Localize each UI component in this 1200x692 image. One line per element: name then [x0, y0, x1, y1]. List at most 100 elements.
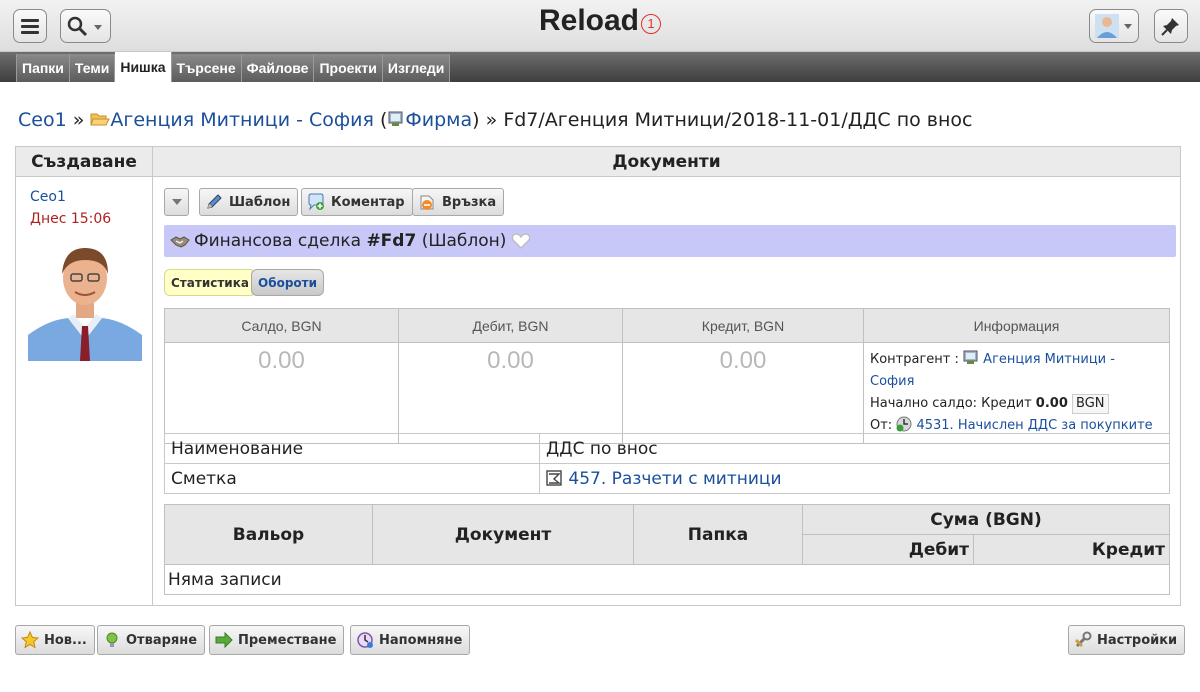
link-icon — [420, 195, 434, 210]
tab-views[interactable]: Изгледи — [382, 54, 451, 82]
breadcrumb-user[interactable]: Ceo1 — [18, 109, 67, 131]
move-button-label: Преместване — [238, 632, 337, 648]
top-bar: Reload 1 — [0, 0, 1200, 52]
tab-statistics[interactable]: Статистика — [164, 269, 256, 296]
new-button[interactable]: Нов... — [15, 625, 95, 655]
document-title-bar: Финансова сделка #Fd7 (Шаблон) — [164, 225, 1176, 257]
arrow-right-icon — [215, 631, 233, 649]
tab-search[interactable]: Търсене — [171, 54, 242, 82]
opening-balance-label: Начално салдо: Кредит — [870, 396, 1032, 411]
settings-button[interactable]: Настройки — [1068, 625, 1186, 655]
created-time: Днес 15:06 — [30, 211, 112, 227]
currency-badge: BGN — [1072, 394, 1109, 414]
entries-table: Вальор Документ Папка Сума (BGN) Дебит К… — [164, 504, 1170, 595]
open-button[interactable]: Отваряне — [97, 625, 206, 655]
user-menu-button[interactable] — [1089, 9, 1139, 43]
template-button-label: Шаблон — [229, 194, 291, 210]
tab-turnovers[interactable]: Обороти — [251, 269, 325, 296]
saldo-value: 0.00 — [164, 342, 399, 444]
open-button-label: Отваряне — [126, 632, 198, 648]
breadcrumb-company[interactable]: Фирма — [405, 109, 472, 131]
remind-button[interactable]: Напомняне — [350, 625, 471, 655]
template-button[interactable]: Шаблон — [199, 188, 299, 216]
star-icon — [21, 631, 39, 649]
document-menu-button[interactable] — [164, 188, 189, 216]
breadcrumb-separator: » — [72, 109, 85, 131]
header-debit: Дебит — [802, 534, 974, 565]
tab-projects[interactable]: Проекти — [314, 54, 383, 82]
link-button-label: Връзка — [442, 194, 497, 210]
account-icon — [896, 416, 912, 432]
header-document: Документ — [372, 504, 634, 565]
tab-thread[interactable]: Нишка — [115, 52, 172, 82]
link-button[interactable]: Връзка — [412, 188, 505, 216]
tab-strip: Папки Теми Нишка Търсене Файлове Проекти… — [0, 52, 1200, 82]
notification-badge[interactable]: 1 — [641, 14, 662, 34]
account-book-icon — [546, 469, 562, 486]
pencil-icon — [207, 194, 222, 209]
no-records-text: Няма записи — [164, 564, 1170, 595]
comment-button-label: Коментар — [331, 194, 405, 210]
document-state: (Шаблон) — [421, 231, 507, 251]
header-valeur: Вальор — [164, 504, 373, 565]
breadcrumb-thread: Fd7/Агенция Митници/2018-11-01/ДДС по вн… — [503, 109, 973, 131]
breadcrumb-folder[interactable]: Агенция Митници - София — [110, 109, 374, 131]
creation-header: Създаване — [16, 147, 153, 177]
breadcrumb-separator: » — [485, 109, 498, 131]
app-title-text: Reload — [538, 4, 640, 37]
company-icon — [963, 350, 978, 364]
comment-add-icon — [308, 193, 324, 211]
thread-table: Създаване Документи Ceo1 Днес 15:06 Шабл… — [15, 146, 1181, 606]
account-link[interactable]: 457. Разчети с митници — [568, 469, 781, 489]
contractor-row: Контрагент : Агенция Митници - София — [870, 349, 1163, 393]
header-folder: Папка — [633, 504, 803, 565]
open-folder-icon — [90, 113, 111, 126]
tab-folders[interactable]: Папки — [16, 54, 70, 82]
header-info: Информация — [863, 308, 1170, 343]
pin-button[interactable] — [1154, 9, 1188, 43]
author-avatar — [28, 240, 142, 361]
documents-header: Документи — [153, 147, 1180, 177]
properties-table: Наименование ДДС по внос Сметка 457. Раз… — [164, 433, 1170, 494]
author-name[interactable]: Ceo1 — [30, 189, 66, 205]
new-button-label: Нов... — [44, 632, 87, 648]
lightbulb-icon — [106, 632, 118, 647]
property-value: 457. Разчети с митници — [539, 463, 1170, 494]
tools-icon — [1074, 631, 1092, 648]
info-cell: Контрагент : Агенция Митници - София Нач… — [863, 342, 1170, 444]
header-saldo: Салдо, BGN — [164, 308, 399, 343]
balances-table: Салдо, BGN Дебит, BGN Кредит, BGN Информ… — [164, 308, 1170, 444]
comment-button[interactable]: Коментар — [301, 188, 413, 216]
property-value: ДДС по внос — [539, 433, 1170, 464]
tab-files[interactable]: Файлове — [241, 54, 315, 82]
debit-value: 0.00 — [398, 342, 623, 444]
company-icon — [388, 111, 403, 126]
header-credit: Кредит, BGN — [622, 308, 864, 343]
tab-topics[interactable]: Теми — [69, 54, 116, 82]
chevron-down-icon — [171, 199, 182, 205]
property-label: Сметка — [164, 463, 540, 494]
contractor-label: Контрагент : — [870, 352, 959, 367]
app-title: Reload 1 — [0, 4, 1200, 38]
handshake-icon — [170, 236, 190, 248]
header-credit: Кредит — [973, 534, 1170, 565]
alarm-clock-icon — [357, 632, 373, 648]
breadcrumb: Ceo1 » Агенция Митници - София ( Фирма) … — [18, 109, 973, 131]
document-type: Финансова сделка — [194, 231, 362, 251]
breadcrumb-close-paren: ) — [472, 109, 480, 131]
pin-icon — [1161, 18, 1179, 36]
remind-button-label: Напомняне — [379, 632, 463, 648]
credit-value: 0.00 — [622, 342, 864, 444]
breadcrumb-open-paren: ( — [380, 109, 388, 131]
creation-column: Ceo1 Днес 15:06 — [16, 177, 153, 605]
document-number[interactable]: #Fd7 — [366, 231, 416, 251]
move-button[interactable]: Преместване — [209, 625, 345, 655]
user-avatar-icon — [1095, 14, 1132, 38]
heart-icon[interactable] — [511, 232, 531, 250]
from-account-link[interactable]: 4531. Начислен ДДС за покупките — [916, 418, 1152, 433]
opening-balance-value: 0.00 — [1035, 396, 1068, 411]
header-debit: Дебит, BGN — [398, 308, 623, 343]
property-label: Наименование — [164, 433, 540, 464]
header-amount: Сума (BGN) — [802, 504, 1170, 535]
settings-button-label: Настройки — [1097, 632, 1178, 648]
